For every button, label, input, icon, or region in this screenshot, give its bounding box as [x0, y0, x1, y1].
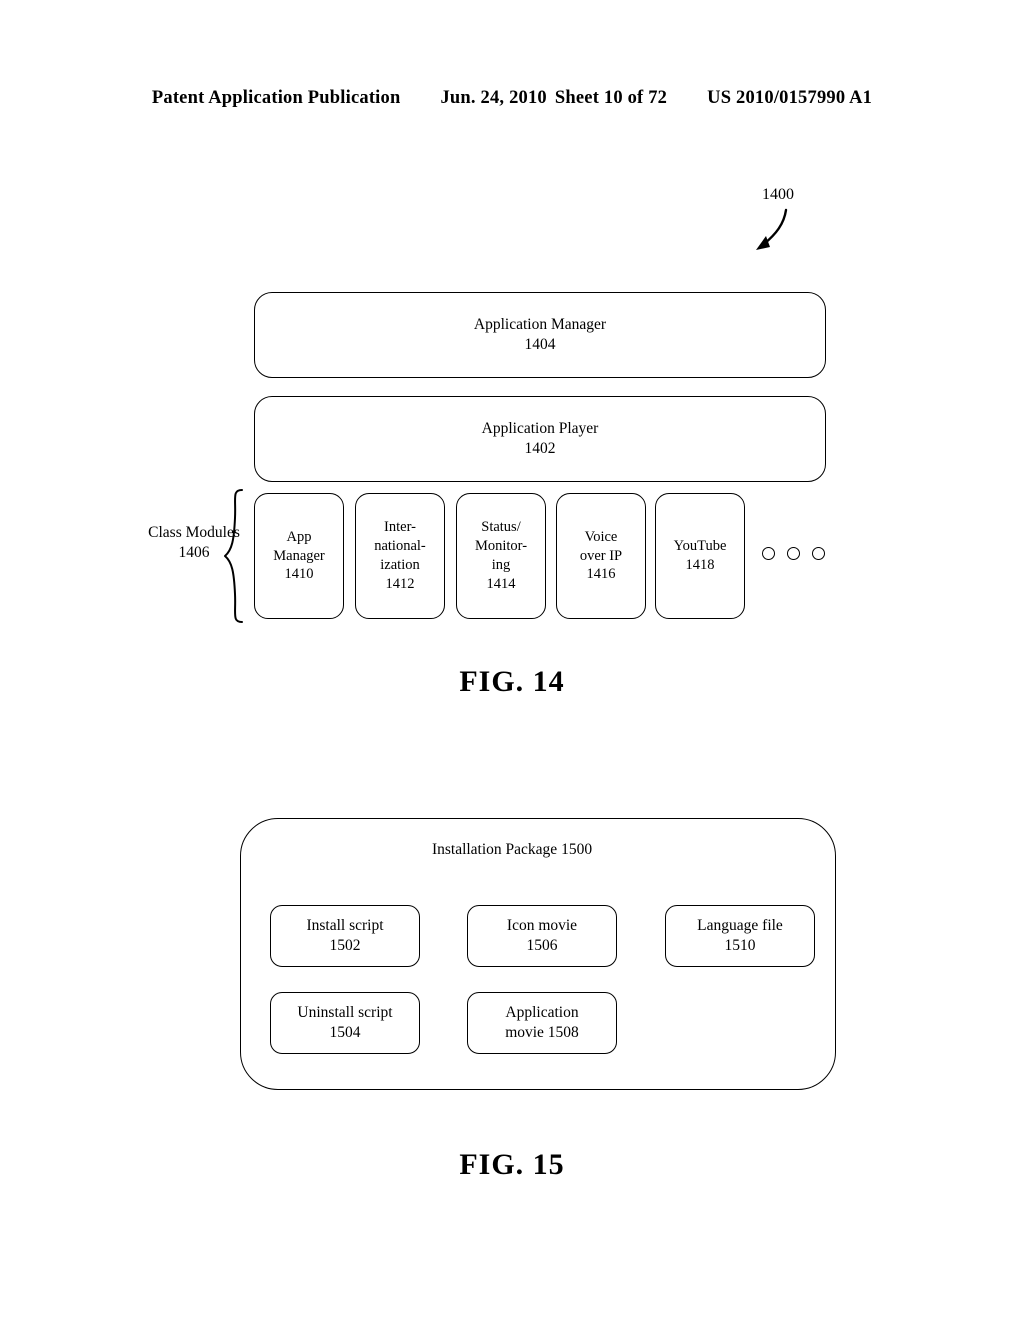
pkg-line: Uninstall script — [297, 1003, 393, 1021]
class-modules-line1: Class — [148, 524, 182, 541]
package-box-install-script: Install script 1502 — [270, 905, 420, 967]
figure-caption-14: FIG. 14 — [459, 665, 565, 698]
module-line: national- — [374, 538, 426, 555]
pkg-line: 1510 — [724, 937, 756, 954]
sheet-number: Sheet 10 of 72 — [554, 88, 668, 108]
module-line: Voice — [584, 528, 618, 545]
module-ref: 1414 — [486, 575, 516, 592]
continuation-ellipsis-icon — [762, 547, 825, 560]
pkg-line: 1504 — [329, 1024, 361, 1041]
pkg-line: Install script — [306, 916, 384, 934]
ellipsis-dot — [787, 547, 800, 560]
module-line: ing — [491, 557, 511, 573]
box-application-player: Application Player 1402 — [254, 396, 826, 482]
module-line: YouTube — [673, 538, 727, 555]
box-ref: 1404 — [524, 336, 556, 353]
module-box-voice-over-ip: Voice over IP 1416 — [556, 493, 646, 619]
module-ref: 1416 — [586, 566, 616, 583]
container-ref: 1500 — [561, 841, 593, 858]
pkg-line: Icon movie — [506, 916, 578, 934]
module-ref: 1412 — [385, 575, 415, 592]
module-ref: 1410 — [284, 566, 314, 583]
box-application-manager: Application Manager 1404 — [254, 292, 826, 378]
ellipsis-dot — [762, 547, 775, 560]
module-line: over IP — [579, 547, 623, 564]
module-box-internationalization: Inter- national- ization 1412 — [355, 493, 445, 619]
pkg-line: 1506 — [526, 937, 558, 954]
module-line: ization — [380, 557, 420, 573]
module-box-status-monitoring: Status/ Monitor- ing 1414 — [456, 493, 546, 619]
package-box-uninstall-script: Uninstall script 1504 — [270, 992, 420, 1054]
module-ref: 1418 — [685, 557, 715, 573]
container-title: Installation Package — [431, 841, 558, 858]
pkg-line: 1502 — [329, 937, 361, 954]
pkg-line: Language file — [697, 916, 783, 934]
package-box-icon-movie: Icon movie 1506 — [467, 905, 617, 967]
lead-arrow-icon — [756, 208, 788, 250]
box-ref: 1402 — [524, 440, 556, 457]
installation-package-title: Installation Package 1500 — [0, 840, 1024, 860]
module-box-app-manager: App Manager 1410 — [254, 493, 344, 619]
publication-date: Jun. 24, 2010 — [440, 88, 547, 108]
publication-header: Patent Application Publication Jun. 24, … — [0, 88, 1024, 109]
curly-brace-icon — [224, 489, 243, 623]
patent-drawing-page: Patent Application Publication Jun. 24, … — [0, 0, 1024, 1320]
box-title: Application Manager — [473, 316, 607, 334]
patent-number: US 2010/0157990 A1 — [707, 88, 873, 108]
module-line: Status/ — [481, 519, 521, 536]
publication-title: Patent Application Publication — [151, 88, 401, 108]
class-modules-ref: 1406 — [178, 544, 210, 562]
pkg-line: Application — [505, 1003, 579, 1021]
module-line: Manager — [273, 547, 325, 564]
module-line: App — [286, 528, 312, 545]
module-line: Monitor- — [474, 538, 528, 555]
ellipsis-dot — [812, 547, 825, 560]
package-box-application-movie: Application movie 1508 — [467, 992, 617, 1054]
pkg-line: movie 1508 — [505, 1024, 579, 1041]
module-line: Inter- — [384, 519, 416, 536]
box-title: Application Player — [481, 420, 599, 438]
module-box-youtube: YouTube 1418 — [655, 493, 745, 619]
reference-numeral-1400: 1400 — [762, 186, 794, 203]
figure-caption-15: FIG. 15 — [459, 1148, 565, 1181]
package-box-language-file: Language file 1510 — [665, 905, 815, 967]
